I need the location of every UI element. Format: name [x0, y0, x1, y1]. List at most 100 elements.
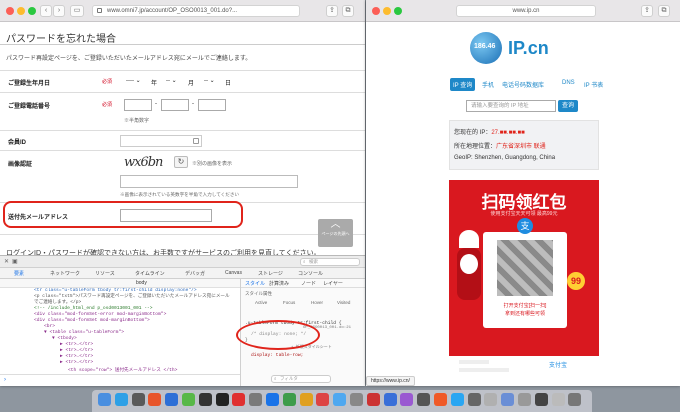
- sidebar-toggle-button[interactable]: ▭: [70, 5, 84, 17]
- dom-line[interactable]: <div class="mod-formSet-error mod-margin…: [34, 312, 166, 318]
- zoom-window-button[interactable]: [28, 7, 36, 15]
- nav-mobile[interactable]: 手机: [482, 80, 494, 89]
- dock-app-icon[interactable]: [249, 393, 263, 406]
- dock-app-icon[interactable]: [215, 393, 229, 406]
- member-id-input[interactable]: [120, 135, 202, 147]
- back-button[interactable]: ‹: [40, 5, 52, 17]
- page-top-button[interactable]: ︿ ページの先頭へ: [318, 219, 353, 247]
- nav-phone-db[interactable]: 电话号码数据库: [502, 80, 544, 89]
- nav-ip-book[interactable]: IP 书表: [584, 80, 603, 89]
- share-button[interactable]: ⇪: [326, 5, 338, 17]
- dom-line[interactable]: ▶ <tr>…</tr>: [60, 348, 93, 354]
- address-bar[interactable]: www.omni7.jp/account/OP_OSO0013_001.do?.…: [92, 5, 300, 17]
- tab-styles[interactable]: スタイル: [245, 280, 265, 287]
- css-more[interactable]: display: table-row;: [251, 353, 303, 359]
- tabs-overview-button[interactable]: ⧉: [658, 5, 670, 17]
- dock-app-icon[interactable]: [165, 393, 179, 406]
- close-icon[interactable]: ✕: [4, 258, 9, 265]
- dock-app-icon[interactable]: [417, 393, 431, 406]
- dock-app-icon[interactable]: [568, 393, 582, 406]
- dock-app-icon[interactable]: [131, 393, 145, 406]
- dock-app-icon[interactable]: [282, 393, 296, 406]
- minimize-window-button[interactable]: [17, 7, 25, 15]
- tab-debugger[interactable]: デバッガ: [185, 270, 205, 277]
- console-prompt[interactable]: ›: [0, 374, 240, 386]
- red-envelope-ad[interactable]: 扫码领红包 使用支付宝天天可领 最高99元 支 打开支付宝[扫一扫] 拿到还有哪…: [449, 180, 599, 386]
- pseudo-visited[interactable]: Visited: [337, 300, 350, 305]
- dom-line[interactable]: でご連絡します。</p>: [34, 300, 81, 306]
- ip-search-button[interactable]: 查询: [558, 100, 578, 112]
- dock-app-icon[interactable]: [98, 393, 111, 406]
- dock-app-icon[interactable]: [400, 393, 414, 406]
- dock-app-icon[interactable]: [518, 393, 531, 406]
- dom-line[interactable]: ▼ <tbody>: [52, 336, 77, 342]
- dock-app-icon[interactable]: [366, 393, 380, 406]
- tab-computed[interactable]: 計算済み: [269, 280, 289, 287]
- dock-app-icon[interactable]: [484, 393, 498, 406]
- dock-app-icon[interactable]: [148, 393, 162, 406]
- dom-line[interactable]: <th scope="row"> 送付先メールアドレス </th>: [68, 368, 177, 374]
- dock-app-icon[interactable]: [551, 393, 565, 406]
- dock-icon[interactable]: ▣: [12, 258, 18, 265]
- phone-part1-input[interactable]: [124, 99, 152, 111]
- tab-canvas[interactable]: Canvas: [225, 270, 242, 276]
- dock-app-icon[interactable]: [501, 393, 515, 406]
- tab-node[interactable]: ノード: [301, 280, 316, 287]
- tab-storage[interactable]: ストレージ: [258, 270, 283, 277]
- tab-resources[interactable]: リソース: [95, 270, 115, 277]
- tab-elements[interactable]: 要素: [14, 270, 24, 277]
- birth-month-select[interactable]: -- ⌄: [162, 76, 184, 87]
- tab-network[interactable]: ネットワーク: [50, 270, 80, 277]
- dock-app-icon[interactable]: [232, 393, 246, 406]
- dock-app-icon[interactable]: [333, 393, 347, 406]
- dock-app-icon[interactable]: [198, 393, 212, 406]
- share-button[interactable]: ⇪: [641, 5, 653, 17]
- nav-ip-query[interactable]: IP 查询: [450, 78, 476, 91]
- birth-day-select[interactable]: -- ⌄: [200, 76, 222, 87]
- pseudo-focus[interactable]: Focus: [283, 300, 295, 305]
- dom-line[interactable]: ▶ <tr>…</tr>: [60, 354, 93, 360]
- dock-app-icon[interactable]: [182, 393, 195, 406]
- dock-app-icon[interactable]: [434, 393, 447, 406]
- pseudo-hover[interactable]: Hover: [311, 300, 323, 305]
- captcha-input[interactable]: [120, 175, 298, 188]
- dom-line[interactable]: ▼ <table class="u-tableForm">: [44, 330, 124, 336]
- dock-app-icon[interactable]: [350, 393, 363, 406]
- tab-console[interactable]: コンソール: [298, 270, 323, 277]
- zoom-window-button[interactable]: [394, 7, 402, 15]
- tab-timeline[interactable]: タイムライン: [135, 270, 165, 277]
- tabs-overview-button[interactable]: ⧉: [342, 5, 354, 17]
- dock-app-icon[interactable]: [299, 393, 313, 406]
- dom-line[interactable]: <tr class="u-tableForm tbody tr:first-ch…: [34, 288, 197, 294]
- dom-line[interactable]: <div class="mod-formSet mod-marginBottom…: [34, 318, 150, 324]
- dom-line[interactable]: <br>: [44, 324, 55, 330]
- nav-dns[interactable]: DNS: [562, 80, 575, 86]
- filter-input[interactable]: ⌕ フィルタ: [271, 375, 331, 383]
- breadcrumb-body[interactable]: body: [136, 280, 147, 286]
- ip-search-input[interactable]: 请输入要查询的 IP 地址: [466, 100, 556, 112]
- dom-line[interactable]: <!-- /include_html_end p_osd0013001_001 …: [34, 306, 153, 312]
- dom-line[interactable]: <p class="txt5">パスワード再設定ページを、ご登録いただいたメール…: [34, 294, 230, 300]
- dock-app-icon[interactable]: [383, 393, 397, 406]
- dock-app-icon[interactable]: [467, 393, 481, 406]
- dock-app-icon[interactable]: [266, 393, 279, 406]
- dock-app-icon[interactable]: [114, 393, 128, 406]
- dom-line[interactable]: ▶ <tr>…</tr>: [60, 360, 93, 366]
- birth-year-select[interactable]: ---- ⌄: [122, 76, 148, 87]
- pseudo-active[interactable]: Active: [255, 300, 267, 305]
- captcha-refresh-button[interactable]: ↻: [174, 156, 188, 168]
- ipcn-logo[interactable]: 186.46 IP.cn: [470, 32, 580, 64]
- phone-part2-input[interactable]: [161, 99, 189, 111]
- dom-line[interactable]: ▶ <tr>…</tr>: [60, 342, 93, 348]
- close-window-button[interactable]: [6, 7, 14, 15]
- dock-app-icon[interactable]: [316, 393, 330, 406]
- forward-button[interactable]: ›: [53, 5, 65, 17]
- dock-app-icon[interactable]: [534, 393, 548, 406]
- close-window-button[interactable]: [372, 7, 380, 15]
- phone-part3-input[interactable]: [198, 99, 226, 111]
- dock-app-icon[interactable]: [450, 393, 464, 406]
- minimize-window-button[interactable]: [383, 7, 391, 15]
- devtools-search[interactable]: ⌕ 検索: [300, 258, 360, 266]
- tab-layers[interactable]: レイヤー: [323, 280, 343, 287]
- address-bar[interactable]: www.ip.cn: [456, 5, 596, 17]
